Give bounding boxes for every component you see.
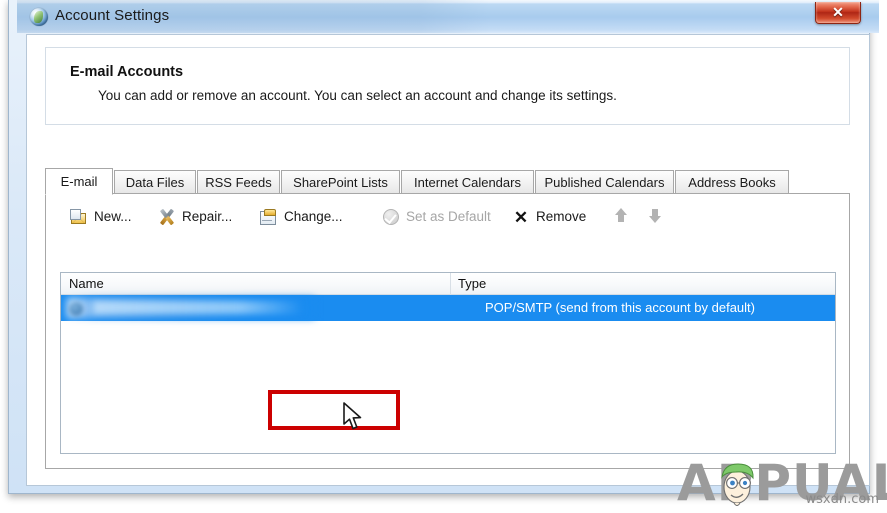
set-as-default-label: Set as Default (406, 209, 491, 225)
tab-rss-feeds-label: RSS Feeds (205, 175, 272, 190)
change-button-label: Change... (284, 209, 343, 225)
account-name-text-redacted (93, 301, 303, 314)
close-icon: ✕ (832, 4, 844, 20)
title-bar[interactable]: Account Settings ✕ (17, 0, 879, 33)
tab-published-calendars-label: Published Calendars (544, 175, 665, 190)
account-type-cell: POP/SMTP (send from this account by defa… (485, 300, 755, 315)
page-title: E-mail Accounts (70, 64, 184, 80)
account-settings-window: Account Settings ✕ E-mail Accounts You c… (8, 0, 887, 509)
tab-strip: E-mail Data Files RSS Feeds SharePoint L… (45, 168, 850, 195)
tab-data-files-label: Data Files (125, 175, 185, 190)
site-watermark: wsxdn.com (805, 492, 880, 507)
new-button[interactable]: New... (64, 202, 138, 232)
page-description: You can add or remove an account. You ca… (98, 88, 617, 103)
new-account-icon (70, 208, 88, 226)
new-button-label: New... (94, 209, 132, 225)
email-tab-panel: New... Repair... Change... Set as Defaul… (45, 193, 850, 469)
dialog-client-area: E-mail Accounts You can add or remove an… (26, 34, 887, 509)
check-circle-icon (382, 208, 400, 226)
window-title: Account Settings (55, 7, 170, 24)
account-avatar-redacted (69, 302, 83, 316)
repair-button[interactable]: Repair... (152, 202, 238, 232)
tab-internet-calendars-label: Internet Calendars (414, 175, 521, 190)
globe-icon (30, 8, 48, 26)
accounts-list[interactable]: Name Type POP/SMTP (send from this accou… (60, 272, 836, 454)
repair-tools-icon (158, 208, 176, 226)
tab-address-books[interactable]: Address Books (675, 170, 789, 194)
tab-email[interactable]: E-mail (45, 168, 113, 195)
tab-data-files[interactable]: Data Files (114, 170, 196, 194)
accounts-list-header: Name Type (61, 273, 835, 295)
tab-address-books-label: Address Books (688, 175, 776, 190)
tab-published-calendars[interactable]: Published Calendars (535, 170, 674, 194)
move-up-button[interactable] (612, 208, 630, 226)
repair-button-label: Repair... (182, 209, 233, 225)
tab-rss-feeds[interactable]: RSS Feeds (197, 170, 280, 194)
set-as-default-button[interactable]: Set as Default (376, 202, 497, 232)
accounts-toolbar: New... Repair... Change... Set as Defaul… (46, 202, 849, 238)
tab-sharepoint-lists-label: SharePoint Lists (293, 175, 388, 190)
column-header-type[interactable]: Type (458, 276, 486, 291)
arrow-down-icon (649, 208, 661, 224)
header-panel: E-mail Accounts You can add or remove an… (45, 47, 850, 125)
close-button[interactable]: ✕ (815, 2, 861, 24)
close-x-icon: ✕ (513, 207, 529, 227)
tab-internet-calendars[interactable]: Internet Calendars (401, 170, 534, 194)
arrow-up-icon (615, 208, 627, 224)
remove-button-label: Remove (536, 209, 587, 225)
column-header-name[interactable]: Name (69, 276, 104, 291)
tab-sharepoint-lists[interactable]: SharePoint Lists (281, 170, 400, 194)
change-account-icon (260, 208, 278, 226)
tab-email-label: E-mail (60, 174, 98, 189)
remove-button[interactable]: ✕ Remove (506, 202, 592, 232)
move-down-button[interactable] (646, 208, 664, 226)
column-divider[interactable] (450, 273, 451, 295)
change-button[interactable]: Change... (254, 202, 349, 232)
globe-icon-leaf (34, 11, 43, 23)
